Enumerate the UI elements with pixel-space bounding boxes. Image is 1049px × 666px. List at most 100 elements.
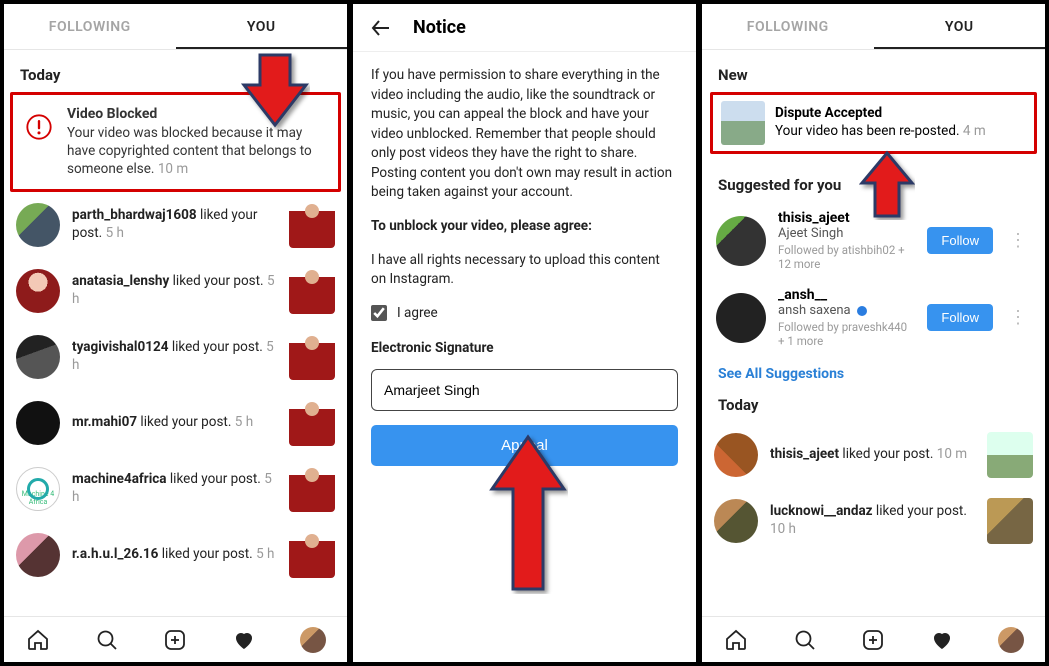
feed-time: 5 h — [235, 414, 253, 430]
suggestion-name: Ajeet Singh — [778, 226, 915, 241]
notice-title: Notice — [413, 17, 466, 38]
feed-time: 5 h — [106, 225, 124, 241]
pointer-arrow-down-icon — [240, 50, 310, 130]
suggestion-username[interactable]: _ansh__ — [778, 287, 915, 303]
feed-row[interactable]: parth_bhardwaj1608 liked your post. 5 h — [4, 192, 347, 258]
post-thumbnail[interactable] — [289, 202, 335, 248]
heart-icon[interactable] — [930, 628, 954, 652]
activity-tabs: FOLLOWING YOU — [702, 4, 1045, 50]
avatar-text: Machine 4 Africa — [17, 490, 59, 506]
feed-action: liked your post. — [842, 446, 933, 462]
pointer-arrow-up-icon — [859, 150, 915, 220]
feed-row[interactable]: tyagivishal0124 liked your post. 5 h — [4, 324, 347, 390]
section-new: New — [702, 50, 1045, 92]
post-thumbnail[interactable] — [987, 432, 1033, 478]
agree-checkbox-row[interactable]: I agree — [371, 304, 678, 324]
rights-statement: I have all rights necessary to upload th… — [371, 251, 678, 290]
post-thumbnail[interactable] — [289, 532, 335, 578]
avatar[interactable] — [16, 335, 60, 379]
feed-username[interactable]: thisis_ajeet — [770, 446, 839, 462]
post-thumbnail[interactable] — [289, 334, 335, 380]
feed-username[interactable]: lucknowi__andaz — [770, 503, 873, 519]
notice-body: If you have permission to share everythi… — [353, 52, 696, 480]
post-thumbnail[interactable] — [289, 466, 335, 512]
signature-label: Electronic Signature — [371, 339, 678, 359]
unblock-heading: To unblock your video, please agree: — [371, 217, 678, 237]
feed-time: 10 h — [770, 521, 796, 537]
suggestion-followedby: Followed by atishbih02 + 12 more — [778, 243, 915, 271]
blocked-body: Your video was blocked because it may ha… — [67, 125, 312, 177]
feed-row[interactable]: anatasia_lenshy liked your post. 5 h — [4, 258, 347, 324]
avatar[interactable] — [714, 499, 758, 543]
profile-icon[interactable] — [999, 628, 1023, 652]
activity-feed: parth_bhardwaj1608 liked your post. 5 h … — [4, 192, 347, 616]
blocked-time: 10 m — [158, 161, 188, 177]
feed-row[interactable]: Machine 4 Africa machine4africa liked yo… — [4, 456, 347, 522]
feed-username[interactable]: mr.mahi07 — [72, 414, 137, 430]
feed-username[interactable]: r.a.h.u.l_26.16 — [72, 546, 158, 562]
accepted-time: 4 m — [963, 123, 986, 139]
bottom-nav — [702, 616, 1045, 662]
avatar[interactable] — [16, 401, 60, 445]
tab-you[interactable]: YOU — [176, 4, 348, 49]
feed-username[interactable]: anatasia_lenshy — [72, 273, 169, 289]
avatar[interactable]: Machine 4 Africa — [16, 467, 60, 511]
back-icon[interactable] — [369, 16, 393, 40]
follow-button[interactable]: Follow — [927, 227, 993, 254]
feed-action: liked your post. — [170, 471, 261, 487]
avatar[interactable] — [16, 533, 60, 577]
accepted-body: Your video has been re-posted. — [775, 123, 960, 139]
home-icon[interactable] — [26, 628, 50, 652]
home-icon[interactable] — [724, 628, 748, 652]
post-thumbnail[interactable] — [289, 268, 335, 314]
avatar[interactable] — [716, 216, 766, 266]
more-icon[interactable]: ⋮ — [1005, 307, 1031, 328]
feed-row[interactable]: r.a.h.u.l_26.16 liked your post. 5 h — [4, 522, 347, 588]
feed-username[interactable]: parth_bhardwaj1608 — [72, 207, 197, 223]
section-today: Today — [702, 386, 1045, 422]
avatar[interactable] — [16, 203, 60, 247]
tab-following[interactable]: FOLLOWING — [4, 4, 176, 49]
post-thumbnail[interactable] — [987, 498, 1033, 544]
avatar[interactable] — [716, 293, 766, 343]
feed-username[interactable]: tyagivishal0124 — [72, 339, 168, 355]
suggestion-followedby: Followed by praveshk440 + 1 more — [778, 320, 915, 348]
notice-appeal-screen: Notice If you have permission to share e… — [353, 4, 696, 662]
follow-button[interactable]: Follow — [927, 304, 993, 331]
bottom-nav — [4, 616, 347, 662]
agree-label: I agree — [397, 304, 438, 324]
accepted-title: Dispute Accepted — [775, 105, 986, 123]
agree-checkbox[interactable] — [371, 305, 387, 321]
post-thumbnail[interactable] — [289, 400, 335, 446]
tab-you[interactable]: YOU — [874, 4, 1046, 49]
suggestion-row: _ansh__ ansh saxena Followed by praveshk… — [702, 279, 1045, 356]
profile-icon[interactable] — [301, 628, 325, 652]
feed-action: liked your post. — [140, 414, 231, 430]
feed-action: liked your post. — [876, 503, 967, 519]
add-post-icon[interactable] — [163, 628, 187, 652]
see-all-suggestions-link[interactable]: See All Suggestions — [702, 356, 1045, 386]
tab-following[interactable]: FOLLOWING — [702, 4, 874, 49]
post-thumbnail[interactable] — [721, 101, 765, 145]
add-post-icon[interactable] — [861, 628, 885, 652]
avatar[interactable] — [714, 433, 758, 477]
feed-row[interactable]: mr.mahi07 liked your post. 5 h — [4, 390, 347, 456]
status-dot-icon — [857, 306, 867, 316]
activity-tabs: FOLLOWING YOU — [4, 4, 347, 50]
feed-row[interactable]: lucknowi__andaz liked your post. 10 h — [702, 488, 1045, 554]
feed-row[interactable]: thisis_ajeet liked your post. 10 m — [702, 422, 1045, 488]
pointer-arrow-up-icon — [488, 434, 568, 594]
alert-icon — [21, 109, 57, 145]
activity-screen-accepted: FOLLOWING YOU New Dispute Accepted Your … — [702, 4, 1045, 662]
avatar[interactable] — [16, 269, 60, 313]
feed-username[interactable]: machine4africa — [72, 471, 167, 487]
heart-icon[interactable] — [232, 628, 256, 652]
feed-time: 10 m — [937, 446, 967, 462]
more-icon[interactable]: ⋮ — [1005, 230, 1031, 251]
signature-input[interactable] — [371, 369, 678, 411]
search-icon[interactable] — [95, 628, 119, 652]
dispute-accepted-notice[interactable]: Dispute Accepted Your video has been re-… — [710, 92, 1037, 154]
search-icon[interactable] — [793, 628, 817, 652]
feed-action: liked your post. — [162, 546, 253, 562]
notice-paragraph: If you have permission to share everythi… — [371, 66, 678, 203]
